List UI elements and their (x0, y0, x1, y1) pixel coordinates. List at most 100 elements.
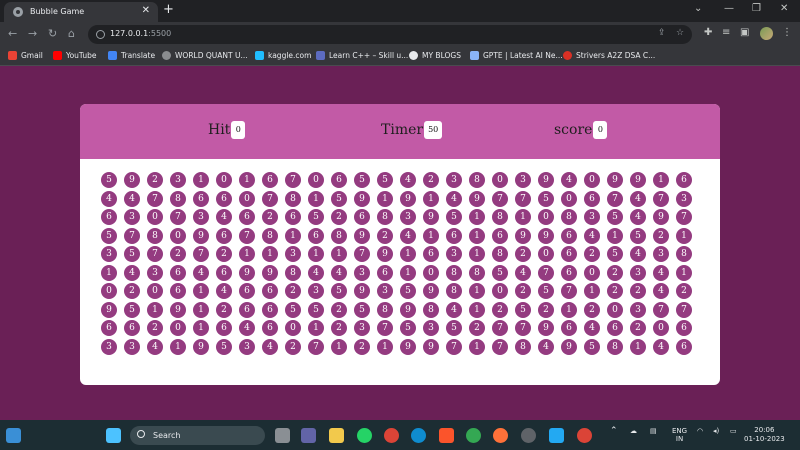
bubble[interactable]: 8 (331, 227, 347, 244)
bubble[interactable]: 6 (423, 246, 439, 262)
bubble[interactable]: 1 (147, 301, 163, 318)
bubble[interactable]: 9 (101, 301, 117, 318)
bubble[interactable]: 9 (400, 338, 416, 355)
bookmark-gpte[interactable]: GPTE | Latest AI Ne... (470, 51, 563, 60)
bubble[interactable]: 2 (216, 301, 232, 318)
bookmark-youtube[interactable]: YouTube (53, 51, 97, 60)
bubble[interactable]: 6 (216, 320, 232, 336)
bubble[interactable]: 0 (607, 301, 623, 318)
bubble[interactable]: 0 (170, 320, 186, 336)
restore-icon[interactable]: ❐ (752, 3, 761, 15)
bubble[interactable]: 6 (561, 264, 577, 281)
bubble[interactable]: 1 (400, 246, 416, 262)
bubble[interactable]: 7 (492, 190, 508, 207)
bookmark-strivers[interactable]: Strivers A2Z DSA C... (563, 51, 655, 60)
bubble[interactable]: 6 (561, 246, 577, 262)
bubble[interactable]: 9 (400, 190, 416, 207)
minimize-icon[interactable]: — (724, 3, 734, 15)
bookmark-translate[interactable]: Translate (108, 51, 155, 60)
bubble[interactable]: 8 (515, 338, 531, 355)
bubble[interactable]: 8 (676, 246, 692, 262)
bubble[interactable]: 8 (492, 246, 508, 262)
bubble[interactable]: 5 (101, 227, 117, 244)
bubble[interactable]: 9 (561, 338, 577, 355)
bubble[interactable]: 7 (676, 209, 692, 225)
bubble[interactable]: 8 (377, 301, 393, 318)
bubble[interactable]: 4 (101, 190, 117, 207)
bubble[interactable]: 6 (262, 301, 278, 318)
bubble[interactable]: 1 (630, 338, 646, 355)
bubble[interactable]: 0 (538, 246, 554, 262)
bubble[interactable]: 2 (515, 283, 531, 299)
bubble[interactable]: 3 (400, 209, 416, 225)
bubble[interactable]: 6 (216, 227, 232, 244)
bubble[interactable]: 5 (630, 227, 646, 244)
bubble[interactable]: 1 (377, 338, 393, 355)
bubble[interactable]: 6 (101, 320, 117, 336)
bubble[interactable]: 7 (676, 301, 692, 318)
bubble[interactable]: 6 (193, 190, 209, 207)
bubble[interactable]: 5 (124, 301, 140, 318)
bubble[interactable]: 1 (423, 190, 439, 207)
bubble[interactable]: 0 (492, 283, 508, 299)
bubble[interactable]: 2 (147, 172, 163, 188)
widgets-icon[interactable] (6, 428, 21, 443)
bubble[interactable]: 4 (630, 209, 646, 225)
bubble[interactable]: 5 (285, 301, 301, 318)
bubble[interactable]: 0 (147, 283, 163, 299)
bubble[interactable]: 6 (124, 320, 140, 336)
bubble[interactable]: 2 (492, 301, 508, 318)
bubble[interactable]: 1 (584, 283, 600, 299)
bubble[interactable]: 2 (584, 246, 600, 262)
bubble[interactable]: 4 (262, 338, 278, 355)
bubble[interactable]: 2 (331, 209, 347, 225)
volume-icon[interactable]: ◂) (713, 427, 719, 435)
start-icon[interactable] (106, 428, 121, 443)
bubble[interactable]: 4 (653, 264, 669, 281)
bubble[interactable]: 1 (285, 227, 301, 244)
bubble[interactable]: 1 (239, 246, 255, 262)
bubble[interactable]: 5 (354, 301, 370, 318)
bubble[interactable]: 7 (607, 190, 623, 207)
tab-search-chevron-icon[interactable]: ⌄ (694, 3, 702, 15)
bubble[interactable]: 8 (285, 190, 301, 207)
bubble[interactable]: 8 (469, 264, 485, 281)
bubble[interactable]: 4 (653, 283, 669, 299)
bubble[interactable]: 9 (538, 320, 554, 336)
bubble[interactable]: 3 (423, 320, 439, 336)
bubble[interactable]: 7 (446, 338, 462, 355)
bubble[interactable]: 0 (239, 190, 255, 207)
bubble[interactable]: 2 (469, 320, 485, 336)
bubble[interactable]: 2 (331, 320, 347, 336)
bubble[interactable]: 4 (216, 283, 232, 299)
bubble[interactable]: 6 (239, 301, 255, 318)
bubble[interactable]: 0 (285, 320, 301, 336)
bubble[interactable]: 3 (446, 246, 462, 262)
bubble[interactable]: 7 (124, 227, 140, 244)
bubble[interactable]: 5 (354, 172, 370, 188)
bubble[interactable]: 2 (676, 283, 692, 299)
bubble[interactable]: 3 (515, 172, 531, 188)
bubble[interactable]: 4 (124, 264, 140, 281)
bubble[interactable]: 3 (377, 283, 393, 299)
bubble[interactable]: 6 (354, 209, 370, 225)
bubble[interactable]: 2 (607, 283, 623, 299)
bubble[interactable]: 3 (170, 172, 186, 188)
bubble[interactable]: 1 (377, 190, 393, 207)
bubble[interactable]: 7 (538, 264, 554, 281)
bubble[interactable]: 9 (469, 190, 485, 207)
bubble[interactable]: 4 (124, 190, 140, 207)
forward-icon[interactable]: → (28, 27, 37, 40)
bubble[interactable]: 9 (354, 283, 370, 299)
bubble[interactable]: 4 (653, 338, 669, 355)
bookmark-gmail[interactable]: Gmail (8, 51, 43, 60)
bubble[interactable]: 9 (262, 264, 278, 281)
bubble[interactable]: 9 (515, 227, 531, 244)
bubble[interactable]: 6 (239, 283, 255, 299)
bubble[interactable]: 2 (216, 246, 232, 262)
bubble[interactable]: 3 (124, 338, 140, 355)
bubble[interactable]: 6 (676, 172, 692, 188)
bubble[interactable]: 0 (653, 320, 669, 336)
bubble[interactable]: 8 (492, 209, 508, 225)
bubble[interactable]: 6 (584, 190, 600, 207)
